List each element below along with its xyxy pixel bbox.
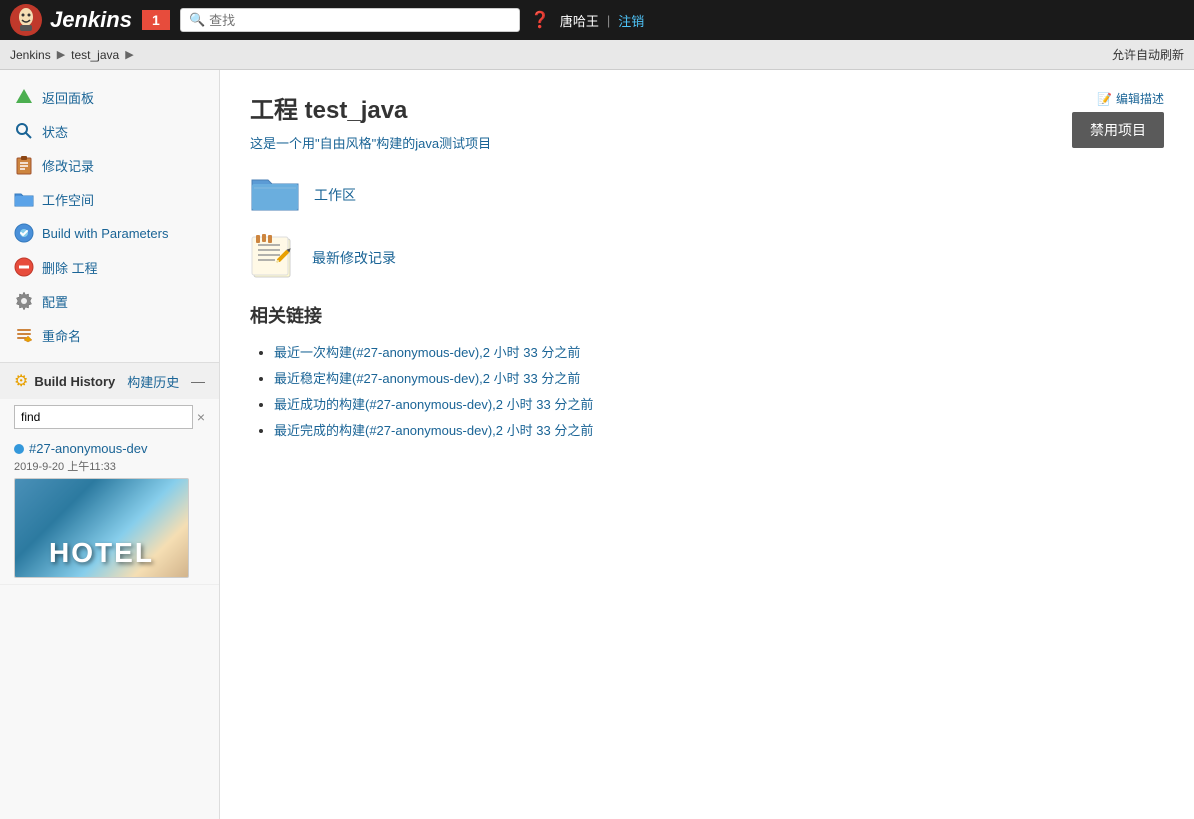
sidebar-label-status: 状态 <box>42 122 68 141</box>
sidebar-item-rename[interactable]: 重命名 <box>0 318 219 352</box>
magnifier-icon <box>14 121 34 141</box>
edit-description-link[interactable]: 📝 编辑描述 <box>1097 90 1164 107</box>
clipboard-icon <box>14 155 34 175</box>
sidebar-item-back-panel[interactable]: 返回面板 <box>0 80 219 114</box>
sidebar-label-delete: 删除 工程 <box>42 258 98 277</box>
gear-icon <box>14 291 34 311</box>
logout-link[interactable]: 注销 <box>618 11 644 30</box>
sidebar-item-build-with-params[interactable]: Build with Parameters <box>0 216 219 250</box>
list-item: 最近成功的构建(#27-anonymous-dev),2 小时 33 分之前 <box>274 392 1164 418</box>
search-input[interactable] <box>209 13 511 28</box>
sidebar-item-delete[interactable]: 删除 工程 <box>0 250 219 284</box>
user-area: 唐哈王 | 注销 <box>560 11 644 30</box>
folder-blue-icon <box>14 189 34 209</box>
breadcrumb-jenkins[interactable]: Jenkins <box>10 48 51 62</box>
changelog-link[interactable]: 最新修改记录 <box>312 248 396 268</box>
folder-large-icon <box>250 172 300 217</box>
jenkins-logo[interactable]: Jenkins <box>10 4 132 36</box>
breadcrumb-arrow-1: ▶ <box>57 48 65 61</box>
project-desc: 这是一个用"自由风格"构建的java测试项目 <box>250 133 984 152</box>
list-item: 最近一次构建(#27-anonymous-dev),2 小时 33 分之前 <box>274 340 1164 366</box>
sidebar-label-change-log: 修改记录 <box>42 156 94 175</box>
breadcrumb-project[interactable]: test_java <box>71 48 119 62</box>
recent-build-link[interactable]: 最近一次构建(#27-anonymous-dev),2 小时 33 分之前 <box>274 345 580 360</box>
sidebar-item-status[interactable]: 状态 <box>0 114 219 148</box>
disable-project-btn[interactable]: 禁用项目 <box>1072 112 1164 148</box>
sidebar-item-configure[interactable]: 配置 <box>0 284 219 318</box>
related-links: 相关链接 最近一次构建(#27-anonymous-dev),2 小时 33 分… <box>250 302 1164 444</box>
sidebar-label-back-panel: 返回面板 <box>42 88 94 107</box>
build-status-dot <box>14 444 24 454</box>
edit-icon: 📝 <box>1097 92 1112 106</box>
separator: | <box>607 13 610 28</box>
quick-link-changelog: 最新修改记录 <box>250 233 1164 282</box>
breadcrumb-right: 允许自动刷新 <box>1112 46 1184 63</box>
breadcrumb: Jenkins ▶ test_java ▶ 允许自动刷新 <box>0 40 1194 70</box>
pencil-icon <box>14 325 34 345</box>
logo-text: Jenkins <box>50 7 132 33</box>
sidebar-label-build-with-params: Build with Parameters <box>42 226 168 241</box>
related-links-title: 相关链接 <box>250 302 1164 328</box>
breadcrumb-arrow-2: ▶ <box>125 48 133 61</box>
sidebar-label-workspace: 工作空间 <box>42 190 94 209</box>
stable-build-link[interactable]: 最近稳定构建(#27-anonymous-dev),2 小时 33 分之前 <box>274 371 580 386</box>
help-icon[interactable]: ❓ <box>530 10 550 30</box>
sidebar-item-change-log[interactable]: 修改记录 <box>0 148 219 182</box>
content: 工程 test_java 这是一个用"自由风格"构建的java测试项目 📝 编辑… <box>220 70 1194 819</box>
notepad-large-icon <box>250 233 298 282</box>
sidebar-label-configure: 配置 <box>42 292 68 311</box>
header: Jenkins 1 🔍 ❓ 唐哈王 | 注销 <box>0 0 1194 40</box>
content-header: 工程 test_java 这是一个用"自由风格"构建的java测试项目 📝 编辑… <box>250 90 1164 152</box>
find-clear-btn[interactable]: × <box>197 409 205 425</box>
no-circle-icon <box>14 257 34 277</box>
jenkins-logo-icon <box>10 4 42 36</box>
find-input[interactable] <box>14 405 193 429</box>
main-layout: 返回面板 状态 修改记录 <box>0 70 1194 819</box>
build-history-zh-title: 构建历史 <box>127 372 179 391</box>
hotel-text: HOTEL <box>49 537 154 577</box>
build-history-gear-icon: ⚙ <box>14 371 28 391</box>
related-links-list: 最近一次构建(#27-anonymous-dev),2 小时 33 分之前 最近… <box>250 340 1164 444</box>
notification-badge[interactable]: 1 <box>142 10 170 30</box>
build-item-id: #27-anonymous-dev <box>29 441 148 456</box>
build-thumbnail: HOTEL <box>14 478 189 578</box>
username: 唐哈王 <box>560 11 599 30</box>
find-bar: × <box>0 399 219 435</box>
workspace-link[interactable]: 工作区 <box>314 185 356 205</box>
search-bar: 🔍 <box>180 8 520 32</box>
quick-links: 工作区 <box>250 172 1164 282</box>
build-history-collapse-btn[interactable]: — <box>191 373 205 389</box>
sidebar: 返回面板 状态 修改记录 <box>0 70 220 819</box>
build-circle-icon <box>14 223 34 243</box>
edit-desc-label: 编辑描述 <box>1116 90 1164 107</box>
search-icon: 🔍 <box>189 12 205 28</box>
list-item: 最近稳定构建(#27-anonymous-dev),2 小时 33 分之前 <box>274 366 1164 392</box>
build-item-date: 2019-9-20 上午11:33 <box>14 458 205 474</box>
build-history-header: ⚙ Build History 构建历史 — <box>0 363 219 399</box>
quick-link-workspace: 工作区 <box>250 172 1164 217</box>
build-history-title: Build History <box>34 374 115 389</box>
project-title: 工程 test_java <box>250 90 984 125</box>
sidebar-item-workspace[interactable]: 工作空间 <box>0 182 219 216</box>
build-item: #27-anonymous-dev 2019-9-20 上午11:33 HOTE… <box>0 435 219 585</box>
completed-build-link[interactable]: 最近完成的构建(#27-anonymous-dev),2 小时 33 分之前 <box>274 423 593 438</box>
list-item: 最近完成的构建(#27-anonymous-dev),2 小时 33 分之前 <box>274 418 1164 444</box>
up-arrow-icon <box>14 87 34 107</box>
successful-build-link[interactable]: 最近成功的构建(#27-anonymous-dev),2 小时 33 分之前 <box>274 397 593 412</box>
build-history-panel: ⚙ Build History 构建历史 — × #27-anonymous-d… <box>0 362 219 585</box>
sidebar-label-rename: 重命名 <box>42 326 81 345</box>
auto-refresh-link[interactable]: 允许自动刷新 <box>1112 48 1184 62</box>
build-item-link[interactable]: #27-anonymous-dev <box>14 441 205 456</box>
